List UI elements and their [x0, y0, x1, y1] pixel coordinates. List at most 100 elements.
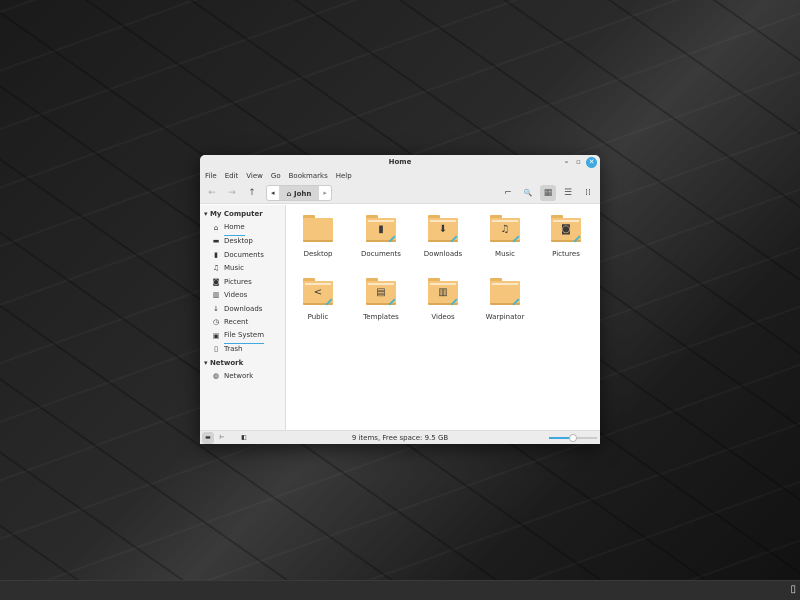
- taskbar: ▯: [0, 580, 800, 600]
- file-view: Desktop ▮ Documents ⬇ Downloads ♫ Music ◙ Pictur…: [286, 205, 600, 430]
- folder-emblem-icon: ▮: [378, 224, 384, 235]
- folder-icon: [303, 215, 333, 242]
- back-button[interactable]: ←: [204, 185, 220, 201]
- folder-item[interactable]: ◙ Pictures: [536, 215, 596, 258]
- folder-label: Templates: [363, 313, 399, 321]
- pictures-icon: ◙: [212, 277, 220, 286]
- folder-emblem-icon: <: [313, 287, 323, 298]
- folder-icon: ◙: [551, 215, 581, 243]
- folder-label: Desktop: [303, 250, 333, 258]
- show-desktop-button[interactable]: ▯: [790, 584, 796, 595]
- sidebar-item-music[interactable]: ♫ Music: [200, 262, 285, 276]
- up-button[interactable]: ↑: [244, 185, 260, 201]
- sidebar-item-label: Home: [224, 221, 245, 236]
- sidebar-item-trash[interactable]: ▯ Trash: [200, 343, 285, 357]
- compact-view-button[interactable]: ⁞⁞: [580, 185, 596, 201]
- sidebar-item-label: Recent: [224, 318, 249, 326]
- file-manager-window: Home – ▫ ✕ File Edit View Go Bookmarks H…: [200, 155, 600, 444]
- sidebar-item-desktop[interactable]: ▬ Desktop: [200, 235, 285, 249]
- menu-help[interactable]: Help: [336, 170, 352, 183]
- menu-view[interactable]: View: [246, 170, 263, 183]
- breadcrumb-prev-button[interactable]: ◂: [267, 189, 279, 197]
- sidebar-item-label: File System: [224, 329, 265, 344]
- trash-icon: ▯: [214, 345, 218, 353]
- folder-icon: [490, 278, 520, 306]
- folder-icon: <: [303, 278, 333, 306]
- folder-label: Videos: [431, 313, 455, 321]
- sidebar-section-header[interactable]: ▾ Network: [200, 357, 285, 371]
- home-icon: ⌂: [286, 190, 294, 198]
- folder-item[interactable]: Warpinator: [475, 278, 535, 321]
- window-title: Home: [388, 158, 412, 166]
- folder-item[interactable]: ▮ Documents: [351, 215, 411, 258]
- sidebar-item-recent[interactable]: ◷ Recent: [200, 316, 285, 330]
- sidebar: ▾ My Computer ⌂ Home ▬ Desktop ▮ Documents ♫ Mus…: [200, 205, 286, 430]
- sidebar-item-label: Desktop: [224, 237, 253, 245]
- sidebar-item-label: Network: [224, 372, 254, 380]
- section-title: My Computer: [209, 210, 263, 218]
- folder-emblem-icon: ◙: [561, 224, 571, 235]
- folder-label: Music: [495, 250, 515, 258]
- folder-label: Public: [307, 313, 329, 321]
- sidebar-item-label: Downloads: [224, 304, 263, 313]
- breadcrumb-home[interactable]: ⌂ John: [278, 186, 320, 200]
- music-icon: ♫: [212, 264, 220, 272]
- file-system-icon: ▣: [212, 331, 220, 340]
- folder-icon: ▮: [366, 215, 396, 243]
- sidebar-item-videos[interactable]: ▥ Videos: [200, 289, 285, 303]
- maximize-button[interactable]: ▫: [573, 157, 584, 168]
- folder-item[interactable]: Desktop: [288, 215, 348, 258]
- folder-item[interactable]: ▥ Videos: [413, 278, 473, 321]
- toolbar: ← → ↑ ◂ ⌂ John ▸ ⌐ 🔍 ▦ ☰ ⁞⁞: [200, 183, 600, 204]
- list-view-button[interactable]: ☰: [560, 185, 576, 201]
- status-text: 9 items, Free space: 9.5 GB: [351, 434, 449, 442]
- home-icon: ⌂: [213, 223, 219, 232]
- title-bar[interactable]: Home – ▫ ✕: [200, 155, 600, 170]
- downloads-icon: ↓: [213, 304, 219, 313]
- sidebar-section-header[interactable]: ▾ My Computer: [200, 208, 285, 222]
- desktop-icon: ▬: [212, 237, 220, 245]
- sidebar-item-file-system[interactable]: ▣ File System: [200, 330, 285, 344]
- folder-emblem-icon: ⬇: [438, 224, 448, 235]
- breadcrumb-next-button[interactable]: ▸: [319, 189, 331, 197]
- forward-button[interactable]: →: [224, 185, 240, 201]
- folder-emblem-icon: ▥: [438, 287, 448, 298]
- sidebar-item-home[interactable]: ⌂ Home: [200, 222, 285, 236]
- sidebar-item-label: Pictures: [224, 277, 252, 286]
- sidebar-item-documents[interactable]: ▮ Documents: [200, 249, 285, 263]
- folder-item[interactable]: ⬇ Downloads: [413, 215, 473, 258]
- menu-edit[interactable]: Edit: [225, 170, 239, 183]
- sidebar-item-label: Trash: [224, 345, 243, 353]
- section-title: Network: [209, 358, 244, 367]
- folder-item[interactable]: < Public: [288, 278, 348, 321]
- sidebar-item-label: Documents: [224, 250, 264, 259]
- sidebar-item-label: Videos: [224, 291, 248, 299]
- breadcrumb-label: John: [293, 190, 312, 198]
- documents-icon: ▮: [214, 250, 218, 259]
- folder-icon: ♫: [490, 215, 520, 243]
- folder-label: Pictures: [552, 250, 580, 258]
- icon-view-button[interactable]: ▦: [540, 185, 556, 201]
- menu-bar: File Edit View Go Bookmarks Help: [200, 170, 600, 183]
- sidebar-item-pictures[interactable]: ◙ Pictures: [200, 276, 285, 290]
- status-bar: ▬ ⊢ ◧ 9 items, Free space: 9.5 GB: [200, 430, 600, 444]
- minimize-button[interactable]: –: [561, 157, 572, 168]
- close-button[interactable]: ✕: [586, 157, 597, 168]
- menu-go[interactable]: Go: [271, 170, 281, 183]
- folder-emblem-icon: ♫: [500, 224, 510, 235]
- expand-arrow-icon: ▾: [204, 358, 208, 367]
- videos-icon: ▥: [212, 291, 220, 299]
- sidebar-item-downloads[interactable]: ↓ Downloads: [200, 303, 285, 317]
- folder-item[interactable]: ♫ Music: [475, 215, 535, 258]
- search-button[interactable]: 🔍: [520, 185, 536, 201]
- breadcrumb: ◂ ⌂ John ▸: [266, 185, 332, 201]
- folder-label: Warpinator: [485, 313, 525, 321]
- folder-icon: ▤: [366, 278, 396, 306]
- menu-bookmarks[interactable]: Bookmarks: [289, 170, 328, 183]
- folder-icon: ▥: [428, 278, 458, 306]
- sidebar-item-network[interactable]: ◍ Network: [200, 370, 285, 384]
- folder-item[interactable]: ▤ Templates: [351, 278, 411, 321]
- menu-file[interactable]: File: [205, 170, 217, 183]
- open-terminal-button[interactable]: ⌐: [500, 185, 516, 201]
- zoom-slider[interactable]: [549, 434, 597, 442]
